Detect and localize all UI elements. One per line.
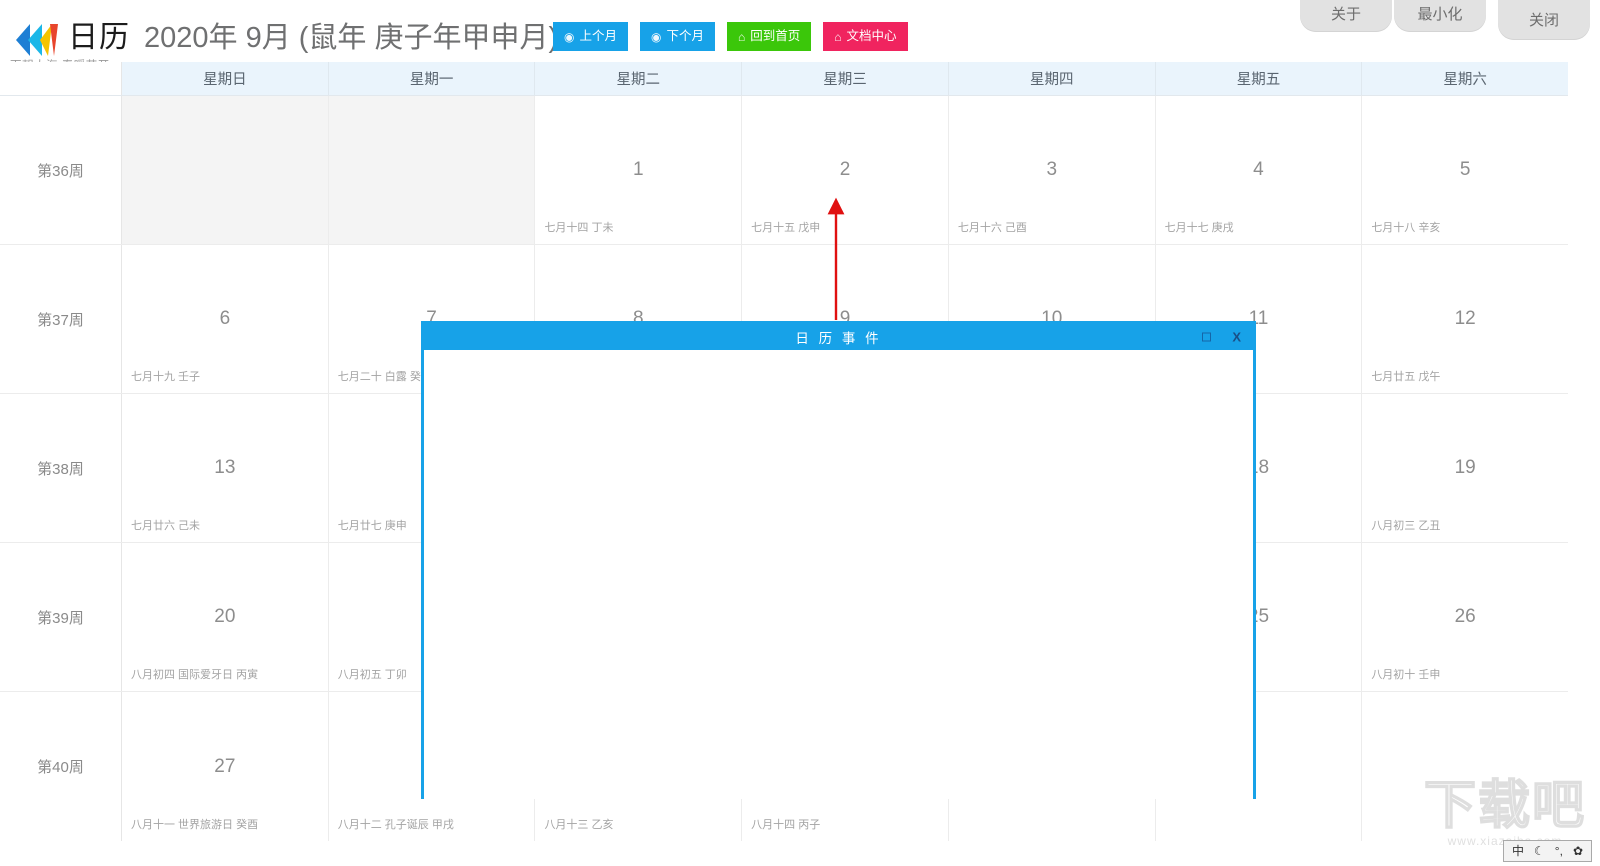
calendar-day-cell[interactable]: 13 七月廿六 己未 — [122, 394, 329, 542]
prev-month-button[interactable]: ◉ 上个月 — [553, 22, 628, 51]
weekday-header-0: 星期日 — [122, 62, 329, 95]
lunar-date-label: 七月十八 辛亥 — [1371, 222, 1441, 234]
dialog-title: 日 历 事 件 — [795, 331, 882, 346]
docs-label: 文档中心 — [846, 29, 897, 44]
dialog-body — [424, 350, 1253, 799]
week-number-label: 第38周 — [0, 394, 122, 542]
punctuation-icon[interactable]: °, — [1555, 845, 1563, 857]
lunar-date-label: 八月十二 孔子诞辰 甲戌 — [337, 819, 454, 831]
lunar-date-label: 七月十九 壬子 — [131, 371, 201, 383]
lunar-date-label: 七月十七 庚戌 — [1164, 222, 1234, 234]
minimize-label: 最小化 — [1417, 6, 1463, 23]
lunar-date-label: 八月初十 壬申 — [1371, 669, 1441, 681]
calendar-day-cell[interactable]: 2 七月十五 戊申 — [742, 96, 949, 244]
calendar-day-cell[interactable] — [122, 96, 329, 244]
calendar-day-cell[interactable] — [1362, 692, 1569, 841]
weekday-header-1: 星期一 — [329, 62, 536, 95]
home-icon: ⌂ — [834, 29, 842, 44]
next-month-label: 下个月 — [666, 29, 704, 44]
calendar-day-cell[interactable]: 19 八月初三 乙丑 — [1362, 394, 1569, 542]
calendar-day-cell[interactable]: 20 八月初四 国际爱牙日 丙寅 — [122, 543, 329, 691]
calendar-title: 2020年 9月 (鼠年 庚子年甲申月) — [144, 22, 559, 54]
day-number — [1362, 692, 1568, 841]
lunar-date-label: 八月初五 丁卯 — [337, 669, 407, 681]
dialog-title-bar[interactable]: 日 历 事 件 X — [424, 324, 1253, 350]
top-bar: 日历 2020年 9月 (鼠年 庚子年甲申月) ◉ 上个月 ◉ 下个月 ⌂ 回到… — [0, 0, 1600, 62]
home-label: 回到首页 — [750, 29, 801, 44]
app-window: 日历 2020年 9月 (鼠年 庚子年甲申月) ◉ 上个月 ◉ 下个月 ⌂ 回到… — [0, 0, 1600, 866]
weekhead-corner — [0, 62, 122, 95]
calendar-day-cell[interactable]: 4 七月十七 庚戌 — [1155, 96, 1363, 244]
lunar-date-label: 八月十一 世界旅游日 癸酉 — [131, 819, 259, 831]
minimize-button[interactable]: 最小化 — [1394, 0, 1486, 32]
arrow-right-circle-icon: ◉ — [651, 29, 662, 44]
week-number-label: 第36周 — [0, 96, 122, 244]
app-name: 日历 — [68, 21, 130, 54]
calendar-day-cell[interactable]: 6 七月十九 壬子 — [122, 245, 329, 393]
lunar-date-label: 七月十五 戊申 — [751, 222, 821, 234]
gear-icon[interactable]: ✿ — [1573, 845, 1583, 857]
lunar-date-label: 七月廿五 戊午 — [1371, 371, 1441, 383]
calendar-week-row: 第36周 1 七月十四 丁未 2 七月十五 戊申 3 七月十六 己酉 4 七月十七 庚戌 5 七月十… — [0, 96, 1569, 245]
week-number-label: 第40周 — [0, 692, 122, 841]
weekday-header-row: 星期日 星期一 星期二 星期三 星期四 星期五 星期六 — [0, 62, 1568, 96]
calendar-day-cell[interactable]: 5 七月十八 辛亥 — [1362, 96, 1569, 244]
ime-toolbar[interactable]: 中 ☾ °, ✿ — [1503, 840, 1592, 862]
dialog-close-button[interactable]: X — [1232, 330, 1241, 345]
next-month-button[interactable]: ◉ 下个月 — [640, 22, 715, 51]
maximize-icon[interactable] — [1202, 332, 1211, 342]
weekday-header-6: 星期六 — [1443, 72, 1487, 88]
calendar-day-cell[interactable]: 12 七月廿五 戊午 — [1362, 245, 1569, 393]
lunar-date-label: 八月初四 国际爱牙日 丙寅 — [131, 669, 259, 681]
about-button[interactable]: 关于 — [1300, 0, 1392, 32]
arrow-left-circle-icon: ◉ — [564, 29, 575, 44]
ime-chinese-toggle[interactable]: 中 — [1512, 845, 1524, 857]
calendar-day-cell[interactable] — [328, 96, 536, 244]
lunar-date-label: 八月初三 乙丑 — [1371, 520, 1441, 532]
calendar-logo-icon — [16, 24, 58, 56]
calendar-event-dialog: 日 历 事 件 X — [421, 321, 1256, 799]
home-icon: ⌂ — [738, 29, 746, 44]
week-number-label: 第37周 — [0, 245, 122, 393]
calendar-day-cell[interactable]: 1 七月十四 丁未 — [535, 96, 743, 244]
weekday-header-4: 星期四 — [949, 62, 1156, 95]
calendar-day-cell[interactable]: 27 八月十一 世界旅游日 癸酉 — [122, 692, 329, 841]
moon-icon[interactable]: ☾ — [1534, 845, 1545, 857]
home-button[interactable]: ⌂ 回到首页 — [727, 22, 812, 51]
week-number-label: 第39周 — [0, 543, 122, 691]
lunar-date-label: 七月十六 己酉 — [957, 222, 1027, 234]
prev-month-label: 上个月 — [579, 29, 617, 44]
day-number — [329, 96, 535, 244]
day-number — [122, 96, 328, 244]
weekday-header-3: 星期三 — [742, 62, 949, 95]
lunar-date-label: 八月十三 乙亥 — [544, 819, 614, 831]
docs-button[interactable]: ⌂ 文档中心 — [823, 22, 908, 51]
weekday-header-2: 星期二 — [535, 62, 743, 95]
lunar-date-label: 八月十四 丙子 — [751, 819, 821, 831]
title-area: 日历 2020年 9月 (鼠年 庚子年甲申月) — [68, 12, 558, 56]
about-label: 关于 — [1330, 6, 1361, 23]
lunar-date-label: 七月十四 丁未 — [544, 222, 614, 234]
weekday-header-5: 星期五 — [1156, 62, 1363, 95]
close-label: 关闭 — [1528, 12, 1559, 29]
toolbar: ◉ 上个月 ◉ 下个月 ⌂ 回到首页 ⌂ 文档中心 — [553, 22, 908, 51]
lunar-date-label: 七月廿七 庚申 — [337, 520, 407, 532]
close-button[interactable]: 关闭 — [1498, 0, 1590, 40]
calendar-day-cell[interactable]: 3 七月十六 己酉 — [948, 96, 1156, 244]
lunar-date-label: 七月廿六 己未 — [131, 520, 201, 532]
lunar-date-label: 七月二十 白露 癸丑 — [337, 371, 432, 383]
calendar-day-cell[interactable]: 26 八月初十 壬申 — [1362, 543, 1569, 691]
